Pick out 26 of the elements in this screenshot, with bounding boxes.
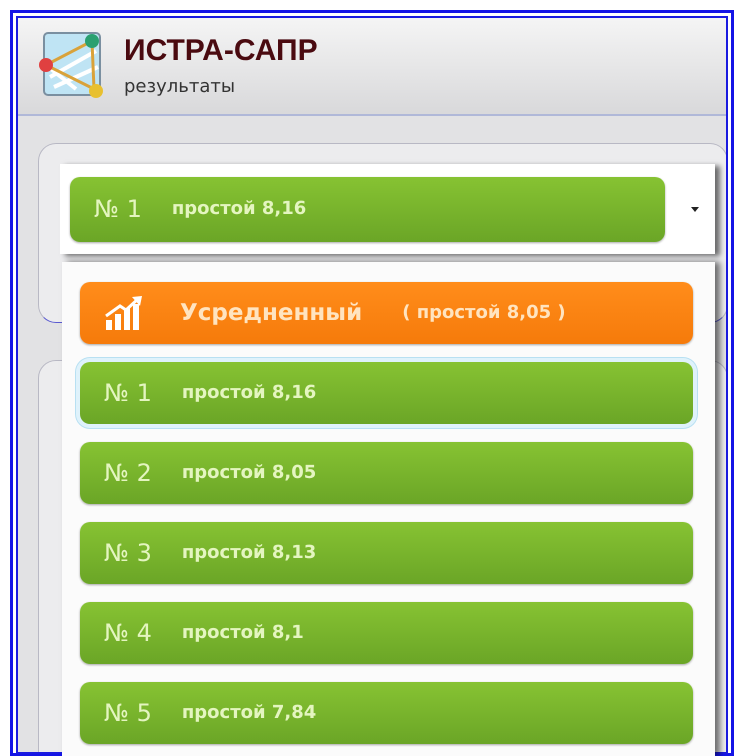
result-item[interactable]: № 5 простой 7,84 xyxy=(80,682,693,744)
result-number: № 4 xyxy=(104,619,152,647)
app-title: ИСТРА-САПР xyxy=(124,35,318,67)
result-label: простой 7,84 xyxy=(182,702,316,724)
result-item[interactable]: № 3 простой 8,13 xyxy=(80,522,693,584)
result-label: простой 8,16 xyxy=(182,382,316,404)
result-number: № 2 xyxy=(104,459,152,487)
result-number: № 5 xyxy=(104,699,152,727)
selected-result[interactable]: № 1 простой 8,16 xyxy=(70,176,665,242)
caret-icon[interactable] xyxy=(691,206,699,212)
result-label: простой 8,1 xyxy=(182,622,304,644)
average-title: Усредненный xyxy=(180,299,362,327)
result-dropdown[interactable]: № 1 простой 8,16 xyxy=(60,164,715,254)
chart-icon xyxy=(104,296,144,330)
result-number: № 3 xyxy=(104,539,152,567)
result-label: простой 8,13 xyxy=(182,542,316,564)
average-result-item[interactable]: Усредненный ( простой 8,05 ) xyxy=(80,282,693,344)
result-label: простой 8,16 xyxy=(172,198,306,220)
result-item[interactable]: № 2 простой 8,05 xyxy=(80,442,693,504)
app-subtitle: результаты xyxy=(124,77,236,97)
result-label: ( простой 8,05 ) xyxy=(402,302,566,324)
result-number: № 1 xyxy=(94,195,142,223)
result-item[interactable]: № 1 простой 8,16 xyxy=(80,362,693,424)
result-item[interactable]: № 4 простой 8,1 xyxy=(80,602,693,664)
result-number: № 1 xyxy=(104,379,152,407)
result-label: простой 8,05 xyxy=(182,462,316,484)
